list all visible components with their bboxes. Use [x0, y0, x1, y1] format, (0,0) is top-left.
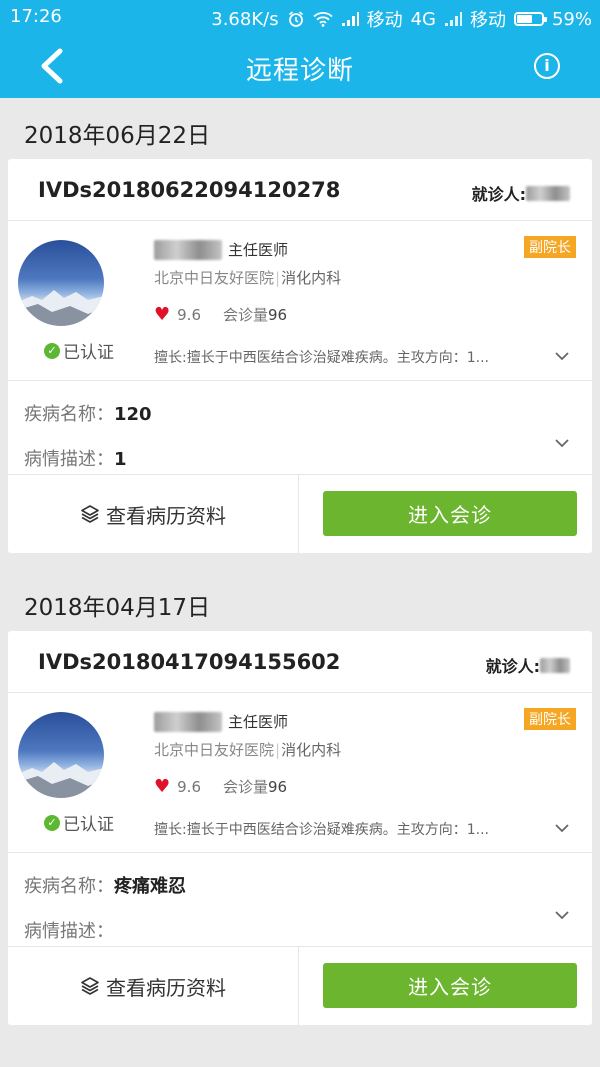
battery-icon: [513, 12, 547, 26]
disease-name-label: 疾病名称：: [24, 404, 114, 425]
card-actions: 查看病历资料 进入会诊: [8, 947, 592, 1025]
view-records-button[interactable]: 查看病历资料: [8, 947, 299, 1025]
patient-label: 就诊人:: [485, 657, 540, 676]
status-right: 3.68K/s 移动 4G 移动 59%: [211, 6, 592, 32]
consult-count: 会诊量96: [223, 778, 288, 796]
view-records-label: 查看病历资料: [106, 503, 226, 528]
consultation-date: 2018年04月17日: [24, 595, 211, 621]
disease-name-label: 疾病名称：: [24, 876, 114, 897]
nav-bar: 远程诊断 i: [0, 33, 600, 98]
order-number: IVDs20180622094120278: [38, 178, 341, 202]
doctor-specialty: 擅长:擅长于中西医结合诊治疑难疾病。主攻方向：1...: [154, 350, 489, 366]
chevron-down-icon[interactable]: [554, 907, 570, 923]
check-icon: ✓: [44, 342, 60, 359]
page-title: 远程诊断: [245, 56, 354, 86]
doctor-name-row: 主任医师: [154, 711, 288, 732]
battery-level: 59%: [551, 8, 592, 30]
layers-icon: [81, 505, 99, 523]
doctor-rating: ♥ 9.6 会诊量96: [154, 304, 287, 325]
enter-consultation-button[interactable]: 进入会诊: [323, 963, 577, 1008]
chevron-down-icon[interactable]: [554, 435, 570, 451]
disease-section[interactable]: 疾病名称：疼痛难忍 病情描述：: [8, 853, 592, 947]
doctor-rating: ♥ 9.6 会诊量96: [154, 776, 287, 797]
disease-section[interactable]: 疾病名称：120 病情描述：1: [8, 381, 592, 475]
enter-consultation-button[interactable]: 进入会诊: [323, 491, 577, 536]
consultation-date: 2018年06月22日: [24, 123, 211, 149]
description-value: 1: [114, 449, 127, 470]
role-badge: 副院长: [524, 236, 576, 258]
layers-icon: [81, 977, 99, 995]
heart-icon: ♥: [154, 775, 171, 797]
doctor-name-row: 主任医师: [154, 239, 288, 260]
doctor-section[interactable]: ✓ 已认证 主任医师 副院长 北京中日友好医院|消化内科 ♥ 9.6 会诊量96…: [8, 221, 592, 381]
hospital-name: 北京中日友好医院: [154, 269, 275, 287]
rating-value: 9.6: [177, 305, 201, 324]
card-actions: 查看病历资料 进入会诊: [8, 475, 592, 553]
consult-count: 会诊量96: [223, 306, 288, 324]
rating-value: 9.6: [177, 777, 201, 796]
heart-icon: ♥: [154, 303, 171, 325]
signal-icon: [444, 12, 462, 26]
network-type: 4G: [410, 8, 436, 30]
verified-label: 已认证: [63, 343, 114, 363]
check-icon: ✓: [44, 814, 60, 831]
network-speed: 3.68K/s: [211, 8, 279, 30]
consultation-card: IVDs20180417094155602 就诊人: ✓ 已认证 主任医师 副院…: [8, 631, 592, 1025]
doctor-avatar: [18, 240, 104, 326]
verified-status: ✓ 已认证: [44, 338, 114, 363]
disease-name-value: 120: [114, 404, 152, 425]
info-icon: i: [544, 56, 550, 75]
hospital-name: 北京中日友好医院: [154, 741, 275, 759]
disease-name-value: 疼痛难忍: [114, 876, 186, 897]
wifi-icon: [312, 12, 333, 27]
description-row: 病情描述：1: [24, 445, 127, 471]
carrier-2: 移动: [469, 10, 506, 31]
info-button[interactable]: i: [534, 53, 560, 79]
patient-label: 就诊人:: [471, 185, 526, 204]
verified-status: ✓ 已认证: [44, 810, 114, 835]
description-label: 病情描述：: [24, 921, 114, 942]
consultation-card: IVDs20180622094120278 就诊人: ✓ 已认证 主任医师 副院…: [8, 159, 592, 553]
description-label: 病情描述：: [24, 449, 114, 470]
status-time: 17:26: [10, 6, 62, 27]
patient-field: 就诊人:: [472, 181, 570, 205]
disease-name-row: 疾病名称：疼痛难忍: [24, 872, 186, 898]
doctor-avatar: [18, 712, 104, 798]
signal-icon: [341, 12, 359, 26]
view-records-label: 查看病历资料: [106, 975, 226, 1000]
doctor-name-redacted: [154, 712, 222, 732]
role-badge: 副院长: [524, 708, 576, 730]
doctor-specialty: 擅长:擅长于中西医结合诊治疑难疾病。主攻方向：1...: [154, 822, 489, 838]
verified-label: 已认证: [63, 815, 114, 835]
alarm-icon: [288, 11, 303, 27]
description-row: 病情描述：: [24, 917, 114, 943]
status-bar: 17:26 3.68K/s 移动 4G 移动 59%: [0, 0, 600, 33]
doctor-affiliation: 北京中日友好医院|消化内科: [154, 269, 342, 287]
disease-name-row: 疾病名称：120: [24, 400, 152, 426]
view-records-button[interactable]: 查看病历资料: [8, 475, 299, 553]
chevron-down-icon[interactable]: [554, 820, 570, 836]
department: 消化内科: [281, 741, 342, 759]
doctor-title: 主任医师: [228, 241, 289, 259]
card-header: IVDs20180417094155602 就诊人:: [8, 631, 592, 693]
doctor-section[interactable]: ✓ 已认证 主任医师 副院长 北京中日友好医院|消化内科 ♥ 9.6 会诊量96…: [8, 693, 592, 853]
department: 消化内科: [281, 269, 342, 287]
chevron-down-icon[interactable]: [554, 348, 570, 364]
doctor-affiliation: 北京中日友好医院|消化内科: [154, 741, 342, 759]
order-number: IVDs20180417094155602: [38, 650, 341, 674]
card-header: IVDs20180622094120278 就诊人:: [8, 159, 592, 221]
doctor-title: 主任医师: [228, 713, 289, 731]
patient-field: 就诊人:: [486, 653, 570, 677]
carrier-1: 移动: [366, 10, 403, 31]
patient-name-redacted: [540, 657, 570, 673]
patient-name-redacted: [526, 185, 570, 201]
doctor-name-redacted: [154, 240, 222, 260]
